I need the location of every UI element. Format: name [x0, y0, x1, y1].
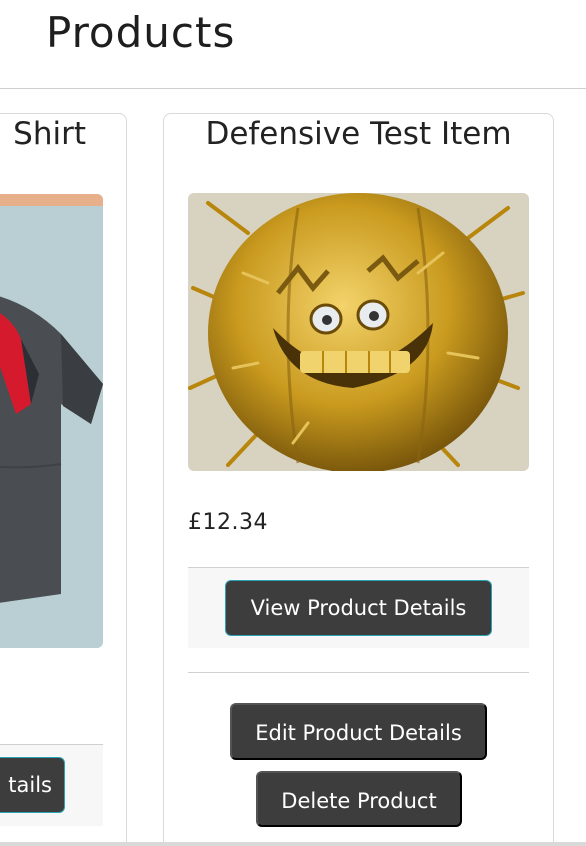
product-image: [0, 194, 103, 648]
edit-product-details-button[interactable]: Edit Product Details: [230, 703, 487, 760]
view-product-details-button[interactable]: View Product Details: [225, 580, 492, 636]
product-name: Defensive Test Item: [205, 116, 512, 152]
shirt-image: [0, 194, 103, 648]
title-divider: [0, 88, 586, 89]
products-page: Products Shirt tails Defensive Test Item: [0, 0, 586, 846]
product-image: [188, 193, 529, 471]
product-card: Shirt tails: [0, 113, 127, 846]
product-card: Defensive Test Item £12.34 View Product …: [163, 113, 554, 846]
delete-product-button[interactable]: Delete Product: [256, 771, 462, 827]
view-product-details-button[interactable]: tails: [0, 757, 65, 813]
page-title: Products: [46, 8, 236, 57]
product-name: Shirt: [13, 116, 86, 152]
page-bottom-edge: [0, 842, 586, 846]
product-price: £12.34: [188, 510, 268, 535]
admin-divider: [188, 672, 529, 673]
golden-spiky-face-image: [188, 193, 529, 471]
